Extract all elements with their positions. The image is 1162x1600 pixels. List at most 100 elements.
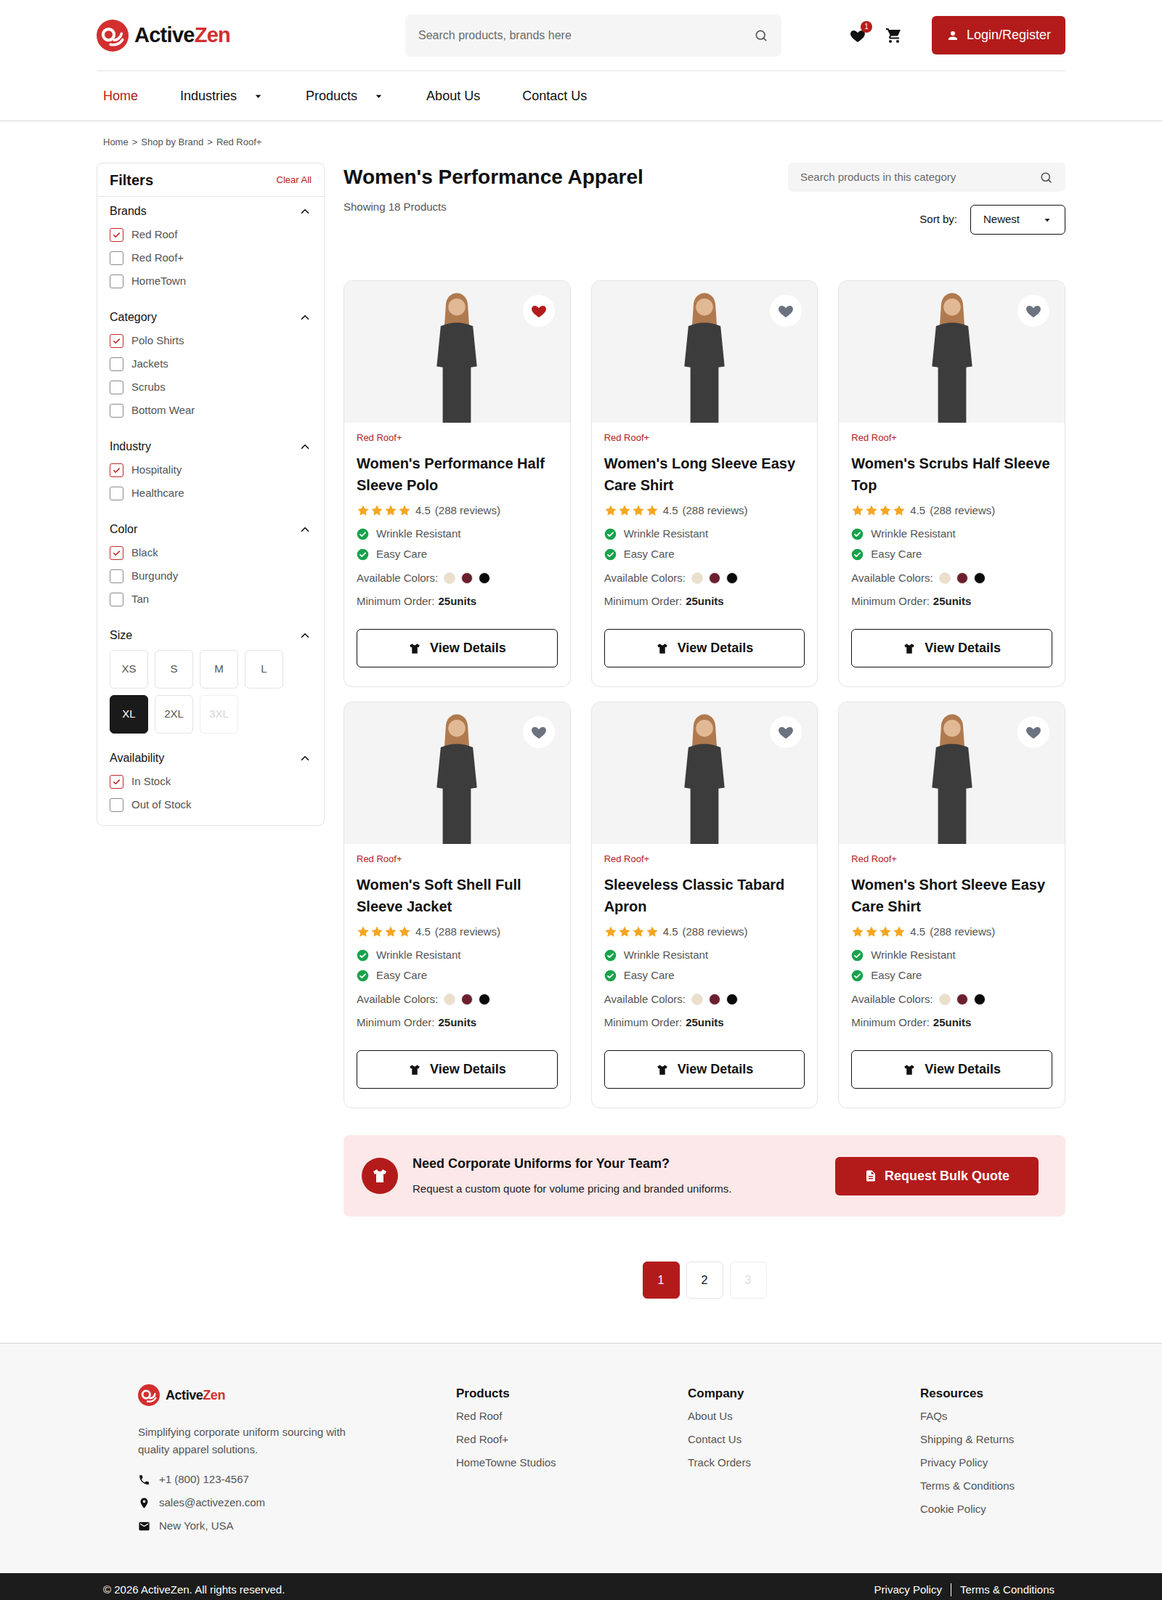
checkbox[interactable] <box>109 569 124 584</box>
contact-item[interactable]: New York, USA <box>137 1517 457 1535</box>
footer-link[interactable]: Privacy Policy <box>920 1453 1025 1472</box>
checkbox[interactable] <box>109 334 124 348</box>
site-search[interactable] <box>405 14 782 57</box>
logo[interactable]: ActiveZen <box>96 19 406 52</box>
view-details-button[interactable]: View Details <box>356 628 558 668</box>
favorite-button[interactable] <box>522 716 555 749</box>
filter-option[interactable]: Jackets <box>109 352 312 376</box>
checkbox[interactable] <box>109 380 124 395</box>
size-option[interactable]: XL <box>109 695 149 734</box>
filter-group-header[interactable]: Size <box>109 623 312 648</box>
nav-item[interactable]: Products <box>305 86 385 107</box>
favorite-button[interactable] <box>1017 294 1050 327</box>
nav-item[interactable]: Industries <box>180 86 264 107</box>
checkbox[interactable] <box>109 592 124 607</box>
filter-option[interactable]: Burgundy <box>109 564 312 588</box>
color-swatch[interactable] <box>461 572 473 584</box>
color-swatch[interactable] <box>973 572 986 584</box>
checkbox[interactable] <box>109 403 124 418</box>
color-swatch[interactable] <box>726 572 738 584</box>
color-swatch[interactable] <box>939 993 951 1006</box>
filter-option[interactable]: Bottom Wear <box>109 398 312 422</box>
category-search[interactable] <box>787 162 1066 192</box>
favorite-button[interactable] <box>1017 716 1050 749</box>
color-swatch[interactable] <box>726 993 738 1006</box>
size-option[interactable]: XS <box>109 649 149 689</box>
product-name[interactable]: Women's Performance Half Sleeve Polo <box>356 452 558 497</box>
filter-option[interactable]: Tan <box>109 587 312 611</box>
color-swatch[interactable] <box>956 572 969 584</box>
filter-option[interactable]: Healthcare <box>109 481 312 505</box>
contact-item[interactable]: sales@activezen.com <box>137 1493 457 1512</box>
view-details-button[interactable]: View Details <box>604 1050 806 1089</box>
view-details-button[interactable]: View Details <box>851 628 1053 668</box>
logo[interactable]: ActiveZen <box>137 1384 226 1407</box>
color-swatch[interactable] <box>443 993 456 1006</box>
favorite-button[interactable] <box>769 294 802 327</box>
filter-option[interactable]: Red Roof+ <box>109 246 312 270</box>
color-swatch[interactable] <box>691 572 704 584</box>
color-swatch[interactable] <box>691 993 704 1006</box>
filter-option[interactable]: Red Roof <box>109 222 312 247</box>
footer-link[interactable]: About Us <box>687 1407 921 1425</box>
size-option[interactable]: M <box>199 649 239 689</box>
legal-link[interactable]: Terms & Conditions <box>950 1583 1055 1597</box>
color-swatch[interactable] <box>973 993 986 1006</box>
view-details-button[interactable]: View Details <box>851 1050 1053 1089</box>
footer-link[interactable]: Red Roof+ <box>456 1430 688 1449</box>
footer-link[interactable]: HomeTowne Studios <box>456 1453 688 1472</box>
filter-group-header[interactable]: Availability <box>109 746 312 770</box>
page-button[interactable]: 2 <box>686 1261 724 1299</box>
page-button[interactable]: 1 <box>642 1261 680 1299</box>
product-name[interactable]: Women's Scrubs Half Sleeve Top <box>851 452 1053 497</box>
checkbox[interactable] <box>109 774 124 789</box>
footer-link[interactable]: FAQs <box>920 1407 1025 1425</box>
login-button[interactable]: Login/Register <box>931 15 1066 55</box>
filter-option[interactable]: Hospitality <box>109 458 312 482</box>
product-name[interactable]: Women's Soft Shell Full Sleeve Jacket <box>356 873 558 918</box>
color-swatch[interactable] <box>956 993 969 1006</box>
cart-button[interactable] <box>883 25 905 46</box>
filter-group-header[interactable]: Brands <box>109 199 312 223</box>
checkbox[interactable] <box>109 251 124 266</box>
product-name[interactable]: Women's Short Sleeve Easy Care Shirt <box>851 873 1053 918</box>
filter-group-header[interactable]: Industry <box>109 435 312 459</box>
footer-link[interactable]: Red Roof <box>456 1407 688 1425</box>
filter-option[interactable]: HomeTown <box>109 269 312 293</box>
breadcrumb-link[interactable]: Shop by Brand <box>140 135 204 150</box>
footer-link[interactable]: Shipping & Returns <box>920 1430 1025 1449</box>
request-quote-button[interactable]: Request Bulk Quote <box>835 1156 1039 1196</box>
checkbox[interactable] <box>109 546 124 560</box>
checkbox[interactable] <box>109 463 124 478</box>
nav-item[interactable]: About Us <box>426 86 481 107</box>
filter-option[interactable]: Polo Shirts <box>109 328 312 353</box>
checkbox[interactable] <box>109 228 124 242</box>
checkbox[interactable] <box>109 798 124 812</box>
checkbox[interactable] <box>109 357 124 372</box>
contact-item[interactable]: +1 (800) 123-4567 <box>137 1470 457 1489</box>
footer-link[interactable]: Cookie Policy <box>920 1500 1025 1518</box>
product-name[interactable]: Sleeveless Classic Tabard Apron <box>604 873 806 918</box>
checkbox[interactable] <box>109 274 124 289</box>
nav-item[interactable]: Home <box>103 86 138 107</box>
view-details-button[interactable]: View Details <box>356 1050 558 1089</box>
color-swatch[interactable] <box>708 572 721 584</box>
category-search-input[interactable] <box>800 169 1034 186</box>
legal-link[interactable]: Privacy Policy <box>874 1583 942 1597</box>
filter-group-header[interactable]: Color <box>109 517 312 542</box>
footer-link[interactable]: Terms & Conditions <box>920 1477 1025 1495</box>
clear-all-button[interactable]: Clear All <box>276 172 312 188</box>
footer-link[interactable]: Contact Us <box>687 1430 921 1449</box>
footer-link[interactable]: Track Orders <box>687 1453 921 1472</box>
favorite-button[interactable] <box>522 294 555 327</box>
product-name[interactable]: Women's Long Sleeve Easy Care Shirt <box>604 452 806 497</box>
wishlist-button[interactable]: 1 <box>847 25 868 46</box>
filter-option[interactable]: Out of Stock <box>109 793 312 817</box>
checkbox[interactable] <box>109 486 124 501</box>
color-swatch[interactable] <box>939 572 951 584</box>
favorite-button[interactable] <box>769 716 802 749</box>
filter-option[interactable]: Black <box>109 541 312 565</box>
size-option[interactable]: S <box>154 649 194 689</box>
breadcrumb-link[interactable]: Home <box>103 135 129 150</box>
size-option[interactable]: 2XL <box>154 695 194 734</box>
